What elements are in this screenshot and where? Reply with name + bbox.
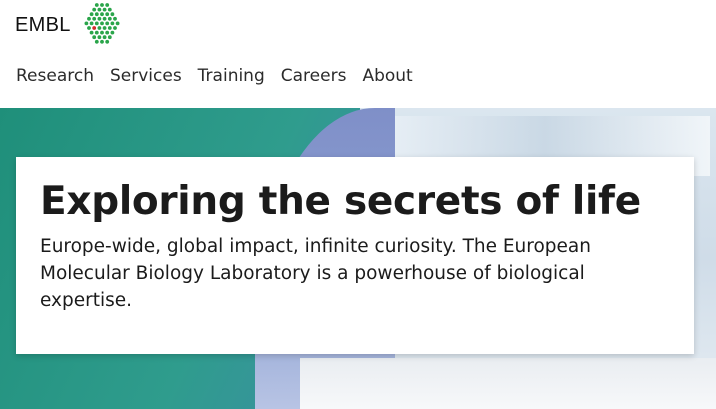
logo-dot	[104, 12, 109, 17]
logo-dot	[99, 39, 104, 44]
logo-dot	[99, 21, 104, 26]
logo-dot	[99, 3, 104, 7]
logo-dot	[115, 21, 120, 26]
logo-dot	[99, 12, 104, 17]
logo-dot	[86, 16, 91, 21]
logo-dot	[91, 35, 96, 40]
logo-dot	[104, 21, 109, 26]
nav-item-training[interactable]: Training	[198, 64, 265, 88]
logo-dot	[91, 7, 96, 12]
logo-dot	[97, 16, 101, 21]
logo-dot	[97, 35, 101, 40]
logo-dot	[94, 3, 99, 7]
logo-dot	[91, 16, 96, 21]
logo-dot	[89, 21, 94, 26]
logo-dot	[104, 39, 109, 44]
logo-dot	[110, 12, 114, 17]
hero-background-floor	[300, 358, 716, 409]
logo-dot	[89, 30, 94, 35]
logo-dot	[94, 12, 99, 17]
nav-item-about[interactable]: About	[362, 64, 412, 88]
logo-dot	[91, 26, 96, 30]
logo-dot	[94, 39, 99, 44]
logo-dot	[102, 7, 107, 12]
logo-dot	[99, 30, 104, 35]
hero-card: Exploring the secrets of life Europe-wid…	[16, 157, 694, 354]
embl-hexagon-dots-icon	[84, 3, 120, 44]
logo-dot	[94, 21, 99, 26]
main-navigation: Research Services Training Careers About	[16, 64, 429, 88]
logo-dot	[102, 16, 107, 21]
logo-text: EMBL	[15, 13, 71, 36]
logo-dot	[102, 35, 107, 40]
logo-dot	[110, 21, 114, 26]
logo-dot	[102, 26, 107, 30]
logo-dot	[104, 3, 109, 7]
nav-item-research[interactable]: Research	[16, 64, 94, 88]
logo-dot	[112, 26, 117, 30]
logo-dot	[84, 21, 88, 26]
logo-dot	[112, 16, 117, 21]
embl-logo-link[interactable]: EMBL	[15, 2, 125, 48]
logo-dot	[97, 7, 101, 12]
logo-dot	[97, 26, 101, 30]
nav-item-services[interactable]: Services	[110, 64, 182, 88]
logo-dot	[86, 26, 91, 30]
logo-dot	[89, 12, 94, 17]
logo-dot	[110, 30, 114, 35]
logo-dot	[107, 16, 112, 21]
logo-dot	[94, 30, 99, 35]
logo-dot	[107, 7, 112, 12]
logo-dot	[107, 26, 112, 30]
nav-item-careers[interactable]: Careers	[281, 64, 347, 88]
logo-dot	[107, 35, 112, 40]
logo-dot	[104, 30, 109, 35]
hero-title: Exploring the secrets of life	[40, 179, 641, 224]
hero-description: Europe-wide, global impact, infinite cur…	[40, 236, 591, 311]
